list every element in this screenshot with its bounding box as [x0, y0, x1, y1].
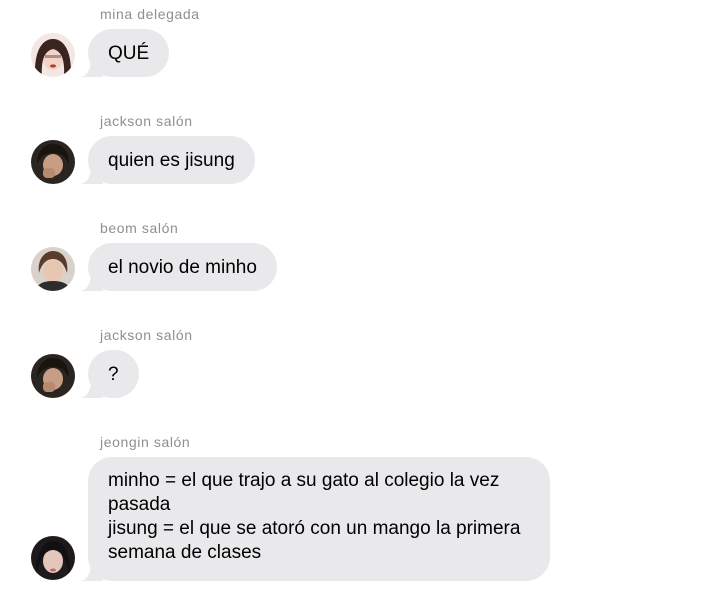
avatar[interactable]: [31, 354, 75, 398]
message-bubble[interactable]: minho = el que trajo a su gato al colegi…: [81, 457, 550, 581]
message-line: minho = el que trajo a su gato al colegi…: [108, 470, 500, 491]
sender-name: jackson salón: [100, 113, 193, 129]
avatar[interactable]: [31, 140, 75, 184]
sender-name: mina delegada: [100, 6, 200, 22]
sender-name: beom salón: [100, 220, 179, 236]
sender-name: jackson salón: [100, 327, 193, 343]
message-line: jisung = el que se atoró con un mango la…: [108, 518, 521, 539]
avatar[interactable]: [31, 536, 75, 580]
avatar[interactable]: [31, 247, 75, 291]
sender-name: jeongin salón: [100, 434, 191, 450]
message-text: quien es jisung: [108, 150, 235, 171]
message-line: semana de clases: [108, 542, 262, 563]
avatar[interactable]: [31, 33, 75, 77]
message-text: el novio de minho: [108, 257, 257, 278]
message-text: ?: [108, 364, 119, 385]
message-bubble[interactable]: el novio de minho: [81, 243, 277, 291]
message-bubble[interactable]: ?: [81, 350, 139, 398]
message-bubble[interactable]: quien es jisung: [81, 136, 255, 184]
message-line: pasada: [108, 494, 171, 515]
message-text: QUÉ: [108, 43, 150, 64]
message-bubble[interactable]: QUÉ: [81, 29, 170, 77]
